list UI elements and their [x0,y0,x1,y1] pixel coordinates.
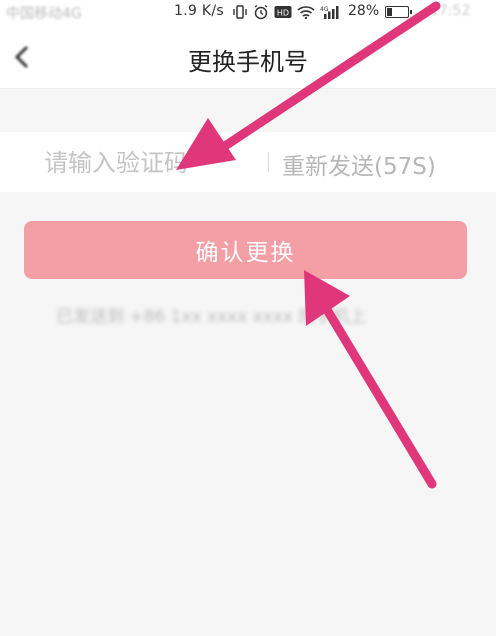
status-icons: HD 4G [232,4,340,24]
annotation-arrow-bottom-line [321,303,437,489]
confirm-change-button[interactable]: 确认更换 [24,221,467,279]
signal-icon: 4G [320,5,340,23]
resend-code-button[interactable]: 重新发送(57S) [282,147,436,181]
vibrate-icon [232,5,248,23]
sent-to-hint: 已发送到 +86 1xx xxxx xxxx 的手机上 [56,307,367,327]
battery-percent: 28% [348,3,380,19]
verification-code-row: 重新发送(57S) [0,132,496,192]
svg-text:4G: 4G [320,6,329,13]
divider [268,152,269,172]
alarm-icon [253,4,269,24]
nav-bar: 更换手机号 [0,26,496,89]
clock: 17:52 [430,3,471,19]
battery-icon [385,6,412,18]
svg-text:HD: HD [277,9,289,18]
hd-icon: HD [274,5,292,23]
battery-fill [387,8,393,16]
carrier-label: 中国移动4G [6,6,82,22]
wifi-icon [297,5,315,23]
verification-code-input[interactable] [42,142,266,184]
net-speed: 1.9 K/s [174,3,225,19]
page-title: 更换手机号 [188,48,308,76]
status-bar: 中国移动4G 1.9 K/s HD 4G 28% 17:52 [0,0,496,26]
